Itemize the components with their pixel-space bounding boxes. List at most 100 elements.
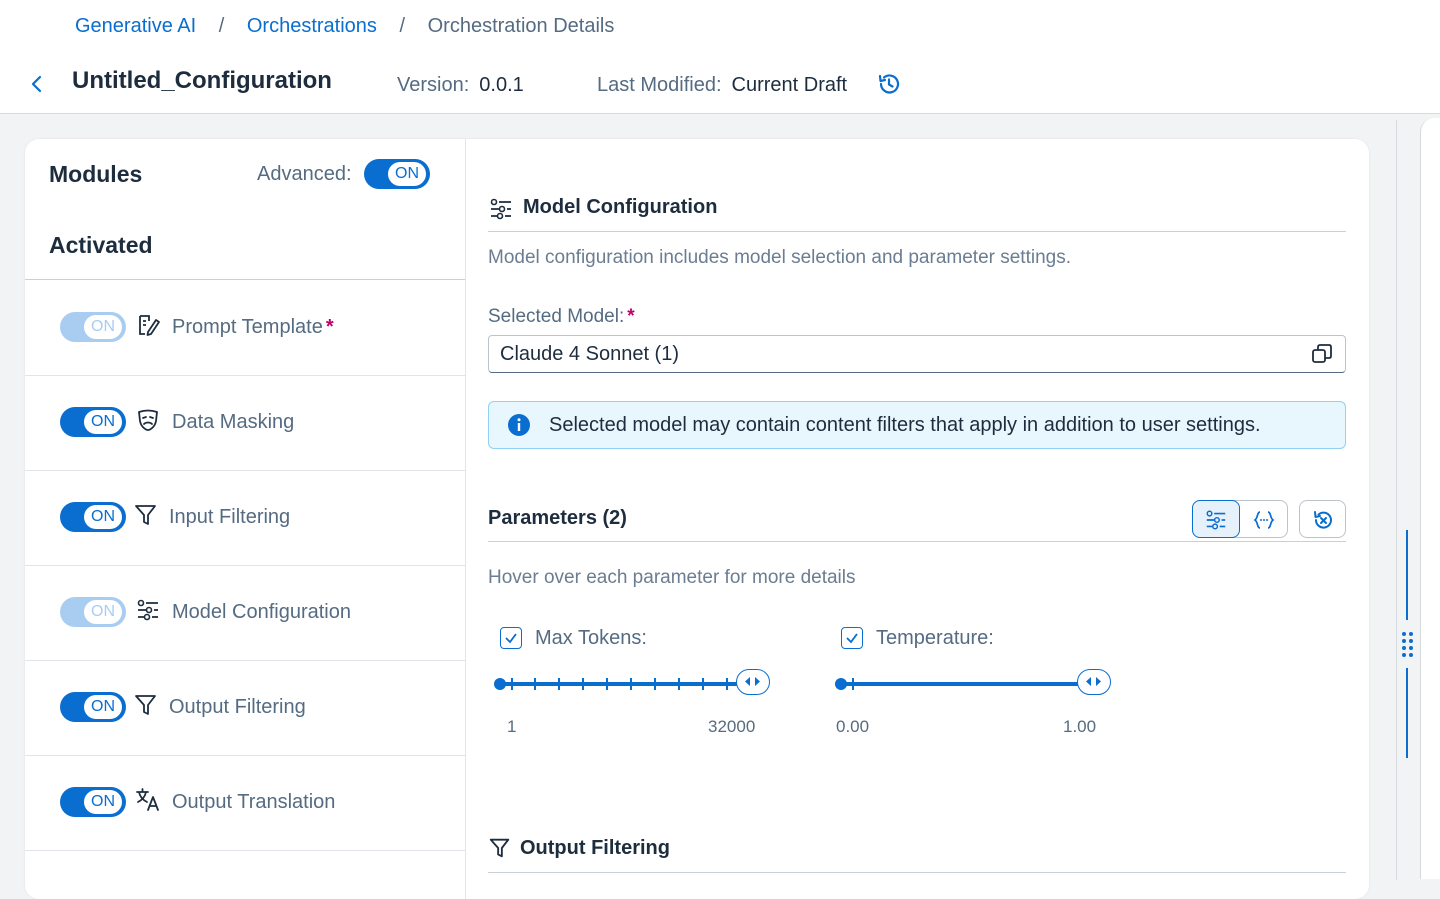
toggle-text: ON — [84, 695, 122, 719]
filter-icon — [135, 505, 156, 525]
breadcrumb-separator: / — [399, 15, 406, 37]
slider-handle[interactable] — [736, 669, 770, 695]
version-label: Version: — [397, 74, 470, 96]
slider-track — [502, 682, 740, 686]
last-modified-info: Last Modified: Current Draft — [597, 74, 847, 97]
prompt-template-label: Prompt Template — [172, 316, 323, 338]
model-info-strip: Selected model may contain content filte… — [488, 401, 1346, 449]
info-icon — [508, 414, 530, 436]
slider-tick — [558, 678, 560, 690]
value-help-icon[interactable] — [1311, 343, 1333, 365]
slider-tick — [852, 678, 854, 690]
panel-divider — [1396, 120, 1397, 880]
reset-icon — [1314, 511, 1332, 529]
translate-icon — [136, 788, 159, 811]
selected-model-label-text: Selected Model: — [488, 306, 625, 327]
divider — [488, 872, 1346, 873]
model-configuration-title: Model Configuration — [523, 196, 718, 218]
temperature-slider[interactable] — [835, 669, 1117, 699]
last-modified-label: Last Modified: — [597, 74, 722, 96]
module-row-output-filtering: ON Output Filtering — [25, 660, 465, 756]
slider-tick — [582, 678, 584, 690]
output-filtering-label: Output Filtering — [169, 696, 306, 718]
breadcrumb-link-orchestrations[interactable]: Orchestrations — [247, 15, 377, 37]
required-marker: * — [325, 316, 334, 338]
temperature-checkbox[interactable] — [841, 627, 863, 649]
prompt-edit-icon — [139, 315, 160, 336]
modules-panel: Modules Advanced: ON Activated ON Prompt… — [25, 139, 466, 899]
page-title: Untitled_Configuration — [72, 67, 332, 94]
breadcrumb-separator: / — [218, 15, 225, 37]
splitter-grip-icon[interactable] — [1400, 630, 1416, 658]
slider-handle[interactable] — [1077, 669, 1111, 695]
temperature-max: 1.00 — [1063, 717, 1097, 736]
advanced-toggle[interactable]: ON — [364, 159, 430, 189]
prompt-template-toggle[interactable]: ON — [60, 312, 126, 342]
slider-tick — [630, 678, 632, 690]
temperature-min: 0.00 — [836, 717, 870, 736]
model-configuration-toggle[interactable]: ON — [60, 597, 126, 627]
module-row-model-configuration: ON Model Configuration — [25, 565, 465, 661]
configuration-card: Modules Advanced: ON Activated ON Prompt… — [25, 139, 1369, 899]
temperature-label: Temperature: — [876, 627, 994, 649]
view-mode-segmented-button — [1192, 500, 1288, 538]
version-info: Version: 0.0.1 — [397, 74, 524, 97]
selected-model-field[interactable]: Claude 4 Sonnet (1) — [488, 335, 1346, 373]
slider-track — [843, 682, 1081, 686]
output-translation-toggle[interactable]: ON — [60, 787, 126, 817]
history-icon[interactable] — [876, 71, 902, 97]
slider-tick — [511, 678, 513, 690]
max-tokens-min: 1 — [507, 717, 517, 736]
slider-arrows-icon — [745, 677, 760, 686]
output-translation-label: Output Translation — [172, 791, 336, 813]
parameters-hint: Hover over each parameter for more detai… — [488, 567, 856, 588]
input-filtering-toggle[interactable]: ON — [60, 502, 126, 532]
page-header: Generative AI / Orchestrations / Orchest… — [0, 0, 1440, 114]
breadcrumb-link-generative-ai[interactable]: Generative AI — [75, 15, 196, 37]
toggle-text: ON — [84, 600, 122, 624]
module-label: Prompt Template * — [172, 316, 334, 339]
max-tokens-slider[interactable] — [494, 669, 776, 699]
slider-tick — [654, 678, 656, 690]
activated-title: Activated — [49, 232, 153, 258]
back-arrow-icon[interactable] — [28, 72, 46, 96]
divider — [488, 541, 1346, 542]
modules-title: Modules — [49, 161, 143, 187]
slider-tick — [606, 678, 608, 690]
mask-icon — [138, 409, 158, 431]
info-message: Selected model may contain content filte… — [549, 414, 1261, 436]
slider-tick — [534, 678, 536, 690]
filter-icon — [489, 838, 510, 858]
max-tokens-label: Max Tokens: — [535, 627, 647, 649]
toggle-text: ON — [84, 790, 122, 814]
side-panel-edge — [1420, 118, 1440, 879]
module-row-prompt-template: ON Prompt Template * — [25, 280, 465, 376]
form-view-button[interactable] — [1192, 500, 1240, 538]
module-row-data-masking: ON Data Masking — [25, 375, 465, 471]
model-configuration-label: Model Configuration — [172, 601, 351, 623]
slider-tick — [726, 678, 728, 690]
max-tokens-max: 32000 — [708, 717, 756, 736]
filter-icon — [135, 695, 156, 715]
slider-tick — [702, 678, 704, 690]
toggle-text: ON — [84, 505, 122, 529]
model-configuration-panel: Model Configuration Model configuration … — [488, 139, 1348, 899]
breadcrumb: Generative AI / Orchestrations / Orchest… — [75, 15, 614, 38]
version-value: 0.0.1 — [479, 74, 524, 96]
output-filtering-toggle[interactable]: ON — [60, 692, 126, 722]
required-marker: * — [627, 306, 635, 327]
model-configuration-description: Model configuration includes model selec… — [488, 247, 1071, 268]
data-masking-toggle[interactable]: ON — [60, 407, 126, 437]
slider-tick — [678, 678, 680, 690]
max-tokens-checkbox[interactable] — [500, 627, 522, 649]
json-view-button[interactable] — [1241, 501, 1287, 537]
check-icon — [505, 633, 517, 644]
splitter-line — [1406, 668, 1408, 758]
splitter-line — [1406, 530, 1408, 620]
breadcrumb-current: Orchestration Details — [427, 15, 615, 37]
reset-parameters-button[interactable] — [1299, 500, 1346, 538]
check-icon — [846, 633, 858, 644]
toggle-text: ON — [84, 410, 122, 434]
advanced-toggle-text: ON — [388, 162, 426, 186]
module-row-output-translation: ON Output Translation — [25, 755, 465, 851]
